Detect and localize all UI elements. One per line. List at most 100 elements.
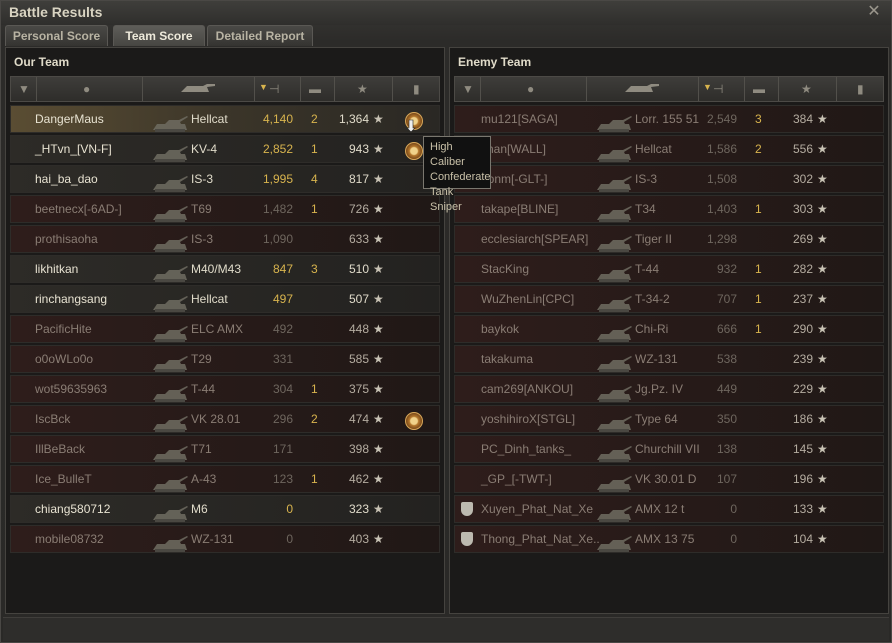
squad-column-header[interactable]: ▼ [11, 77, 37, 101]
player-row[interactable]: yoshihiroX[STGL] Type 64 350 186 ★ [454, 405, 884, 433]
tab-team-score[interactable]: Team Score [113, 25, 205, 46]
player-column-header[interactable]: ● [37, 77, 143, 101]
player-row[interactable]: mobile08732 WZ-131 0 403 ★ [10, 525, 440, 553]
damage-icon: ⊣ [269, 82, 280, 96]
kills-column-header[interactable]: ▬ [745, 77, 779, 101]
xp-column-header[interactable]: ★ [335, 77, 393, 101]
player-row[interactable]: o0oWLo0o T29 331 585 ★ [10, 345, 440, 373]
tank-name: Hellcat [191, 292, 228, 306]
sort-arrow-icon: ▼ [259, 82, 268, 92]
player-row[interactable]: PacificHite ELC AMX 492 448 ★ [10, 315, 440, 343]
xp-value: 448 [348, 322, 369, 336]
player-row[interactable]: IscBck VK 28.01 296 2 474 ★ [10, 405, 440, 433]
player-row[interactable]: _HTvn_[VN-F] KV-4 2,852 1 943 ★ [10, 135, 440, 163]
damage-column-header[interactable]: ▼ ⊣ [255, 77, 301, 101]
xp-star-icon: ★ [373, 262, 384, 276]
tab-personal-score[interactable]: Personal Score [5, 25, 108, 46]
player-row[interactable]: chiang580712 M6 0 323 ★ [10, 495, 440, 523]
player-row[interactable]: prothisaoha IS-3 1,090 633 ★ [10, 225, 440, 253]
damage-value: 1,508 [706, 172, 737, 186]
tank-name: Hellcat [635, 142, 672, 156]
player-row[interactable]: takape[BLINE] T34 1,403 1 303 ★ [454, 195, 884, 223]
damage-value: 0 [286, 502, 293, 516]
tank-thumbnail-icon [151, 292, 189, 314]
medals-column-header[interactable]: ▮ [393, 77, 443, 101]
player-row[interactable]: IllBeBack T71 171 398 ★ [10, 435, 440, 463]
player-name: IllBeBack [35, 442, 86, 456]
medal-tooltip: High Caliber Confederate Tank Sniper [423, 136, 491, 213]
player-row[interactable]: cam269[ANKOU] Jg.Pz. IV 449 229 ★ [454, 375, 884, 403]
achievement-medal-icon[interactable] [405, 412, 423, 430]
tank-thumbnail-icon [595, 322, 633, 344]
xp-value: 384 [792, 112, 813, 126]
tank-column-header[interactable] [143, 77, 255, 101]
kills-value: 2 [755, 142, 762, 156]
player-icon: ● [83, 82, 91, 96]
player-name: baykok [481, 322, 520, 336]
damage-column-header[interactable]: ▼ ⊣ [699, 77, 745, 101]
tank-name: WZ-131 [635, 352, 678, 366]
kills-value: 1 [311, 472, 318, 486]
player-row[interactable]: wot59635963 T-44 304 1 375 ★ [10, 375, 440, 403]
mouse-cursor-icon [406, 119, 416, 133]
tank-name: IS-3 [191, 232, 214, 246]
xp-value: 1,364 [338, 112, 369, 126]
player-row[interactable]: DangerMaus Hellcat 4,140 2 1,364 ★ [10, 105, 440, 133]
xp-star-icon: ★ [817, 262, 828, 276]
medals-column-header[interactable]: ▮ [837, 77, 887, 101]
xp-star-icon: ★ [817, 292, 828, 306]
player-name: wot59635963 [35, 382, 108, 396]
player-name: WuZhenLin[CPC] [481, 292, 575, 306]
damage-value: 666 [716, 322, 737, 336]
tank-name: VK 30.01 D [635, 472, 697, 486]
player-row[interactable]: hai_ba_dao IS-3 1,995 4 817 ★ [10, 165, 440, 193]
player-column-header[interactable]: ● [481, 77, 587, 101]
player-row[interactable]: Xuyen_Phat_Nat_Xe AMX 12 t 0 133 ★ [454, 495, 884, 523]
player-name: cam269[ANKOU] [481, 382, 574, 396]
xp-value: 302 [792, 172, 813, 186]
player-row[interactable]: beetnecx[-6AD-] T69 1,482 1 726 ★ [10, 195, 440, 223]
damage-value: 0 [730, 502, 737, 516]
tank-name: T29 [191, 352, 212, 366]
tank-thumbnail-icon [595, 352, 633, 374]
player-row[interactable]: likhitkan M40/M43 847 3 510 ★ [10, 255, 440, 283]
player-row[interactable]: StacKing T-44 932 1 282 ★ [454, 255, 884, 283]
player-row[interactable]: baykok Chi-Ri 666 1 290 ★ [454, 315, 884, 343]
bottom-bar [3, 617, 889, 641]
xp-star-icon: ★ [373, 352, 384, 366]
tab-detailed-report[interactable]: Detailed Report [207, 25, 313, 46]
squad-icon: ▼ [462, 82, 474, 96]
damage-value: 2,852 [262, 142, 293, 156]
damage-value: 497 [272, 292, 293, 306]
xp-value: 145 [792, 442, 813, 456]
tank-icon [177, 82, 217, 96]
damage-value: 107 [716, 472, 737, 486]
player-row[interactable]: PC_Dinh_tanks_ Churchill VII 138 145 ★ [454, 435, 884, 463]
kills-value: 1 [311, 382, 318, 396]
achievement-medal-icon[interactable] [405, 142, 423, 160]
xp-column-header[interactable]: ★ [779, 77, 837, 101]
player-row[interactable]: rinchangsang Hellcat 497 507 ★ [10, 285, 440, 313]
close-icon[interactable]: ✕ [865, 3, 883, 21]
tank-thumbnail-icon [151, 442, 189, 464]
player-row[interactable]: chan[WALL] Hellcat 1,586 2 556 ★ [454, 135, 884, 163]
player-row[interactable]: mu121[SAGA] Lorr. 155 51 2,549 3 384 ★ [454, 105, 884, 133]
player-row[interactable]: ecclesiarch[SPEAR] Tiger II 1,298 269 ★ [454, 225, 884, 253]
player-row[interactable]: Thong_Phat_Nat_Xe.. AMX 13 75 0 104 ★ [454, 525, 884, 553]
player-name: mobile08732 [35, 532, 104, 546]
player-row[interactable]: WuZhenLin[CPC] T-34-2 707 1 237 ★ [454, 285, 884, 313]
xp-value: 633 [348, 232, 369, 246]
kills-value: 1 [755, 322, 762, 336]
kills-column-header[interactable]: ▬ [301, 77, 335, 101]
tank-column-header[interactable] [587, 77, 699, 101]
xp-value: 237 [792, 292, 813, 306]
player-row[interactable]: Ice_BulleT A-43 123 1 462 ★ [10, 465, 440, 493]
tank-thumbnail-icon [151, 232, 189, 254]
damage-value: 4,140 [262, 112, 293, 126]
squad-column-header[interactable]: ▼ [455, 77, 481, 101]
player-row[interactable]: _GP_[-TWT-] VK 30.01 D 107 196 ★ [454, 465, 884, 493]
damage-value: 296 [272, 412, 293, 426]
player-row[interactable]: takakuma WZ-131 538 239 ★ [454, 345, 884, 373]
player-row[interactable]: epnm[-GLT-] IS-3 1,508 302 ★ [454, 165, 884, 193]
player-name: hai_ba_dao [35, 172, 98, 186]
